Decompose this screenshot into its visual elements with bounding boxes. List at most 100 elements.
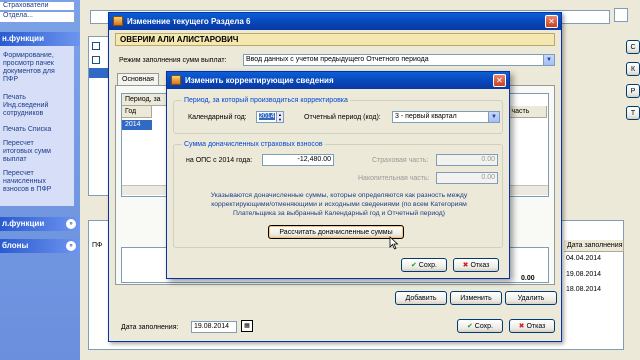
chevron-down-icon[interactable]: » bbox=[66, 219, 76, 229]
year-spinner[interactable]: 2014 ▲ ▼ bbox=[256, 111, 284, 123]
right-toolbar-button-k[interactable]: К bbox=[626, 62, 640, 76]
section6-title: Изменение текущего Раздела 6 bbox=[127, 17, 251, 26]
section6-titlebar[interactable]: Изменение текущего Раздела 6 ✕ bbox=[109, 13, 561, 30]
sidebar-link-insurers[interactable]: Страхователи bbox=[0, 2, 74, 10]
sidebar-link-line: выплат bbox=[3, 156, 27, 163]
insurance-value: 0.00 bbox=[481, 156, 495, 163]
grid-row-year: 2014 bbox=[125, 121, 141, 128]
correction-cancel-button[interactable]: ✖ Отказ bbox=[453, 258, 499, 272]
correction-titlebar[interactable]: Изменить корректирующие сведения ✕ bbox=[167, 72, 509, 89]
person-name: ОВЕРИМ АЛИ АЛИСТАРОВИЧ bbox=[120, 35, 239, 44]
calendar-icon[interactable]: ▦ bbox=[241, 320, 253, 332]
save-label: Сохр. bbox=[474, 323, 494, 330]
sidebar-link-line: Пересчет bbox=[3, 170, 34, 177]
correction-cancel-label: Отказ bbox=[470, 262, 490, 269]
cross-icon: ✖ bbox=[518, 323, 525, 330]
fill-date-value: 19.08.2014 bbox=[194, 323, 230, 330]
spin-arrows-icon[interactable]: ▲ ▼ bbox=[276, 112, 283, 122]
chevron-down-icon[interactable]: ▼ bbox=[543, 55, 554, 65]
chevron-down-icon[interactable]: ▼ bbox=[488, 112, 499, 122]
grid-col-year: Год bbox=[122, 106, 152, 118]
sidebar-link-line: сотрудников bbox=[3, 110, 44, 117]
right-toolbar bbox=[624, 40, 640, 300]
right-toolbar-button-t[interactable]: Т bbox=[626, 106, 640, 120]
correction-dialog: Изменить корректирующие сведения ✕ Перио… bbox=[166, 71, 510, 279]
sidebar-link-line: Пересчет bbox=[3, 140, 34, 147]
mode-label: Режим заполнения сумм выплат: bbox=[119, 57, 227, 64]
sidebar-link-line: Печать Списка bbox=[3, 126, 52, 133]
background-date-cell: 19.08.2014 bbox=[566, 271, 602, 278]
sidebar-link-line: начисленных bbox=[3, 178, 46, 185]
edit-button[interactable]: Изменить bbox=[450, 291, 502, 305]
sidebar-link-recalc-totals[interactable]: Пересчет итоговых сумм выплат bbox=[0, 140, 51, 164]
sidebar-link-line: документов для bbox=[3, 68, 55, 75]
sidebar-header-functions[interactable]: н.функции bbox=[0, 32, 80, 46]
table-row[interactable]: 2014 bbox=[122, 120, 152, 130]
save-button[interactable]: ✔ Сохр. bbox=[457, 319, 503, 333]
total-value: 0.00 bbox=[521, 275, 535, 282]
sidebar-header-extra[interactable]: л.функции » bbox=[0, 217, 80, 231]
cancel-button[interactable]: ✖ Отказ bbox=[509, 319, 555, 333]
background-grid-left-label: ПФ bbox=[92, 242, 103, 249]
background-date-cell: 04.04.2014 bbox=[566, 255, 602, 262]
check-icon: ✔ bbox=[410, 262, 417, 269]
note-line: Плательщика за выбранный Календарный год… bbox=[233, 210, 445, 217]
sidebar-header-templates[interactable]: блоны » bbox=[0, 239, 80, 253]
ops-value: -12,480.00 bbox=[297, 156, 331, 163]
left-sidebar: Страхователи Отдела... н.функции Формиро… bbox=[0, 0, 80, 360]
app-icon bbox=[171, 75, 181, 85]
note-line: Указываются доначисленные суммы, которые… bbox=[210, 192, 468, 199]
calculate-button[interactable]: Рассчитать доначисленные суммы bbox=[268, 225, 404, 239]
sidebar-link-line: итоговых сумм bbox=[3, 148, 51, 155]
sidebar-link-recalc-contrib[interactable]: Пересчет начисленных взносов в ПФР bbox=[0, 170, 51, 194]
sidebar-link-print-ind[interactable]: Печать Инд.сведений сотрудников bbox=[0, 94, 48, 118]
note-line: корректирующими/отменяющими и исходными … bbox=[211, 201, 467, 208]
person-name-bar: ОВЕРИМ АЛИ АЛИСТАРОВИЧ bbox=[115, 33, 555, 46]
background-checkbox[interactable] bbox=[92, 42, 100, 50]
background-top-icon[interactable] bbox=[614, 8, 628, 22]
sidebar-link-line: Печать bbox=[3, 94, 26, 101]
sidebar-link-departments[interactable]: Отдела... bbox=[0, 12, 74, 22]
close-icon[interactable]: ✕ bbox=[545, 15, 558, 28]
right-toolbar-button-s[interactable]: С bbox=[626, 40, 640, 54]
tab-main[interactable]: Основная bbox=[117, 73, 159, 85]
insurance-label: Страховая часть: bbox=[372, 157, 429, 164]
check-icon: ✔ bbox=[466, 323, 473, 330]
sidebar-link-line: просмотр пачек bbox=[3, 60, 54, 67]
mode-select[interactable]: Ввод данных с учетом предыдущего Отчетно… bbox=[243, 54, 555, 66]
add-button[interactable]: Добавить bbox=[395, 291, 447, 305]
correction-title: Изменить корректирующие сведения bbox=[185, 76, 334, 85]
period-group: Период, за который производиться коррект… bbox=[173, 96, 503, 134]
mouse-cursor-icon bbox=[389, 236, 399, 250]
background-checkbox[interactable] bbox=[92, 56, 100, 64]
sidebar-header-templates-label: блоны bbox=[2, 241, 29, 250]
sidebar-link-line: Формирование, bbox=[3, 52, 54, 59]
period-group-title: Период, за который производиться коррект… bbox=[182, 96, 350, 105]
correction-save-label: Сохр. bbox=[418, 262, 438, 269]
amounts-group: Сумма доначисленных страховых взносов на… bbox=[173, 140, 503, 248]
year-value: 2014 bbox=[259, 113, 275, 120]
background-date-cell: 18.08.2014 bbox=[566, 286, 602, 293]
chevron-down-icon[interactable]: » bbox=[66, 241, 76, 251]
period-select[interactable]: 3 - первый квартал ▼ bbox=[392, 111, 500, 123]
funded-field[interactable]: 0.00 bbox=[436, 172, 498, 184]
tab-main-label: Основная bbox=[122, 76, 154, 83]
cancel-label: Отказ bbox=[526, 323, 546, 330]
funded-label: Накопительная часть: bbox=[358, 175, 430, 182]
app-icon bbox=[113, 16, 123, 26]
mode-select-value: Ввод данных с учетом предыдущего Отчетно… bbox=[246, 56, 429, 63]
insurance-field[interactable]: 0.00 bbox=[436, 154, 498, 166]
sidebar-header-functions-label: н.функции bbox=[2, 34, 44, 43]
fill-date-label: Дата заполнения: bbox=[121, 324, 179, 331]
fill-date-field[interactable]: 19.08.2014 bbox=[191, 321, 237, 333]
right-toolbar-button-r[interactable]: Р bbox=[626, 84, 640, 98]
delete-button[interactable]: Удалить bbox=[505, 291, 557, 305]
ops-label: на ОПС с 2014 года: bbox=[186, 157, 253, 164]
close-icon[interactable]: ✕ bbox=[493, 74, 506, 87]
sidebar-link-print-list[interactable]: Печать Списка bbox=[0, 126, 51, 134]
correction-save-button[interactable]: ✔ Сохр. bbox=[401, 258, 447, 272]
cross-icon: ✖ bbox=[462, 262, 469, 269]
sidebar-link-packets[interactable]: Формирование, просмотр пачек документов … bbox=[0, 52, 55, 84]
ops-field[interactable]: -12,480.00 bbox=[262, 154, 334, 166]
note-text: Указываются доначисленные суммы, которые… bbox=[178, 191, 500, 218]
